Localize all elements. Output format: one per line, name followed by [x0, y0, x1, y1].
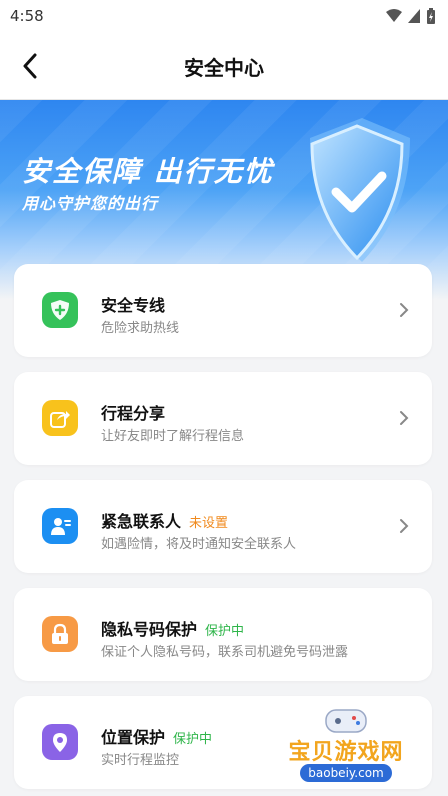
status-bar: 4:58 — [0, 0, 448, 32]
watermark-url: baobeiy.com — [300, 764, 392, 782]
card-title-text: 行程分享 — [101, 404, 166, 423]
card-desc: 实时行程监控 — [101, 753, 180, 768]
signal-icon — [386, 9, 402, 22]
card-emergency-contact[interactable]: 紧急联系人 未设置 如遇险情，将及时通知安全联系人 — [14, 480, 432, 573]
card-desc: 如遇险情，将及时通知安全联系人 — [101, 537, 297, 552]
share-icon — [42, 400, 78, 436]
card-privacy-number[interactable]: 隐私号码保护 保护中 保证个人隐私号码，联系司机避免号码泄露 — [14, 588, 432, 681]
card-title: 行程分享 — [101, 400, 165, 424]
contact-icon — [42, 508, 78, 544]
card-title-text: 紧急联系人 — [101, 512, 182, 531]
chevron-right-icon — [400, 411, 409, 425]
chevron-right-icon — [400, 303, 409, 317]
status-tag: 保护中 — [173, 732, 213, 747]
card-title: 位置保护 保护中 — [101, 724, 212, 748]
banner-title: 安全保障 出行无忧 — [22, 155, 274, 188]
app-header: 安全中心 — [0, 32, 448, 100]
shield-check-icon — [310, 118, 410, 262]
cell-signal-icon — [408, 9, 420, 23]
location-pin-icon — [42, 724, 78, 760]
card-title: 隐私号码保护 保护中 — [101, 616, 244, 640]
lock-icon — [42, 616, 78, 652]
banner-subtitle: 用心守护您的出行 — [22, 194, 159, 213]
card-desc: 保证个人隐私号码，联系司机避免号码泄露 — [101, 645, 349, 660]
card-title: 紧急联系人 未设置 — [101, 508, 228, 532]
card-title-text: 安全专线 — [101, 296, 166, 315]
card-trip-share[interactable]: 行程分享 让好友即时了解行程信息 — [14, 372, 432, 465]
battery-icon — [427, 8, 435, 24]
watermark: 宝贝游戏网 baobeiy.com — [272, 704, 420, 790]
status-icons — [386, 8, 436, 24]
shield-plus-icon — [42, 292, 78, 328]
card-title-text: 位置保护 — [101, 728, 166, 747]
card-desc: 危险求助热线 — [101, 321, 180, 336]
chevron-right-icon — [400, 519, 409, 533]
card-title-text: 隐私号码保护 — [101, 620, 198, 639]
page-title: 安全中心 — [184, 56, 264, 80]
card-safety-hotline[interactable]: 安全专线 危险求助热线 — [14, 264, 432, 357]
card-desc: 让好友即时了解行程信息 — [101, 429, 245, 444]
gamepad-icon — [325, 709, 367, 733]
status-tag: 保护中 — [205, 624, 245, 639]
status-time: 4:58 — [10, 7, 44, 25]
watermark-text: 宝贝游戏网 — [288, 740, 404, 765]
status-tag: 未设置 — [189, 516, 229, 531]
card-title: 安全专线 — [101, 292, 165, 316]
